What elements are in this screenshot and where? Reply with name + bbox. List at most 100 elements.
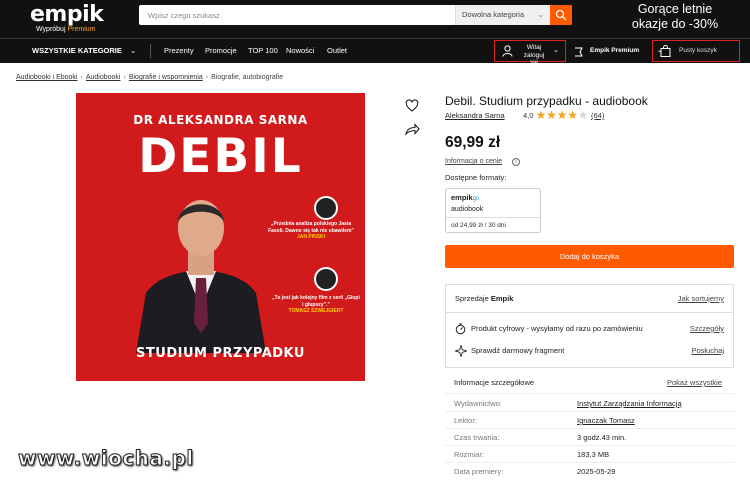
add-to-cart-button[interactable]: Dodaj do koszyka [445,245,734,268]
divider [445,445,734,446]
star-icon [536,110,546,119]
premium-tagline[interactable]: Wypróbuj Premium [36,26,95,33]
product-title: Debil. Studium przypadku - audiobook [445,94,648,108]
detail-value-narrator[interactable]: Ignaczak Tomasz [577,416,635,425]
detail-value-duration: 3 godz.43 min. [577,433,627,442]
promo-banner[interactable]: Gorące letnie okazje do -30% [610,2,740,32]
star-icon [557,110,567,119]
format-type: audiobook [451,206,484,213]
formats-label: Dostępne formaty: [445,173,507,182]
chevron-right-icon: › [80,74,83,81]
empik-go-logo: empikgo [451,193,479,202]
price-info-link[interactable]: Informacja o cenie [445,158,502,165]
promo-line-2: okazje do -30% [631,17,719,31]
seller-name: Empik [490,294,514,303]
cover-subtitle: STUDIUM PRZYPADKU [136,346,305,361]
nav-link-new[interactable]: Nowości [286,39,314,64]
listen-link[interactable]: Posłuchaj [691,346,724,355]
search-category-select[interactable]: Dowolna kategoria ⌄ [455,5,550,25]
quote-2-text: „To jest jak kolejny film z serii „Głupi… [272,295,360,308]
search-input[interactable] [139,5,455,25]
seller-prefix: Sprzedaje [455,294,489,303]
seller-info-box: Sprzedaje Empik Jak sortujemy Produkt cy… [445,284,734,368]
nav-link-gifts[interactable]: Prezenty [164,39,194,64]
rating-value: 4,0 [523,111,534,120]
promo-line-1: Gorące letnie [637,2,713,16]
format-price: od 24,99 zł / 30 dni [451,222,506,229]
empik-premium-menu[interactable]: Empik Premium ⌄ [574,39,662,64]
format-brand: empik [451,193,473,202]
format-card-audiobook[interactable]: empikgo audiobook od 24,99 zł / 30 dni [445,188,541,233]
product-cover-image[interactable]: DR ALEKSANDRA SARNA DEBIL „Przednia anal… [76,93,365,381]
detail-label-publisher: Wydawnictwo: [454,399,502,408]
all-categories-menu[interactable]: WSZYSTKIE KATEGORIE ⌄ [32,39,136,64]
details-link[interactable]: Szczegóły [690,324,724,333]
quote-1-text: „Przednia analiza polskiego Jasia Fasoli… [268,221,354,234]
cover-quote-2: „To jest jak kolejny film z serii „Głupi… [272,295,360,315]
empik-logo[interactable]: empik [30,2,104,27]
login-button[interactable]: Witaj zaloguj się ⌄ [494,40,566,66]
search-category-label: Dowolna kategoria [462,10,525,19]
show-all-details-link[interactable]: Pokaż wszystkie [667,378,722,387]
detail-label-size: Rozmiar: [454,450,485,459]
breadcrumb-link-audiobooks[interactable]: Audiobooki [86,74,121,81]
nav-link-outlet[interactable]: Outlet [327,39,347,64]
quote-2-author: TOMASZ SZWEJGIERT [288,308,344,314]
cart-button[interactable]: Pusty koszyk [652,40,740,62]
chevron-down-icon: ⌄ [553,47,559,54]
chevron-right-icon: › [205,74,209,81]
quote-1-author: JAN PINSKI [296,234,326,240]
breadcrumb-link-biographies[interactable]: Biografie i wspomnienia [129,74,203,81]
star-icon [578,110,588,119]
divider [446,312,733,313]
chevron-down-icon: ⌄ [537,10,544,19]
detail-value-publisher[interactable]: Instytut Zarządzania Informacją [577,399,682,408]
divider [445,462,734,463]
divider [445,411,734,412]
login-label: Witaj zaloguj się [519,44,549,67]
wishlist-button[interactable] [402,95,422,115]
chevron-down-icon: ⌄ [129,46,137,55]
premium-label: Empik Premium [590,47,640,54]
cover-title: DEBIL [138,129,303,184]
reviewer-avatar [314,196,338,220]
tagline-prefix: Wypróbuj [36,26,66,33]
divider [446,217,540,218]
nav-link-promotions[interactable]: Promocje [205,39,237,64]
sparkle-icon [455,345,467,357]
cover-quote-1: „Przednia analiza polskiego Jasia Fasoli… [266,221,356,241]
detail-value-size: 183,3 MB [577,450,610,459]
product-price: 69,99 zł [445,134,501,151]
portrait-figure [136,200,266,353]
search-button[interactable] [550,5,572,25]
cover-author: DR ALEKSANDRA SARNA [133,113,308,127]
tagline-premium: Premium [67,26,96,33]
login-action: zaloguj się [523,51,545,67]
top-bar: empik Wypróbuj Premium Dowolna kategoria… [0,0,750,38]
breadcrumb-link-audiobooks-ebooks[interactable]: Audiobooki i Ebooki [16,74,78,81]
star-icon [568,110,577,119]
product-author-link[interactable]: Aleksandra Sarna [445,111,505,120]
premium-icon [575,47,583,57]
search-bar: Dowolna kategoria ⌄ [139,5,572,25]
rating-stars[interactable] [536,110,588,120]
chevron-right-icon: › [123,74,126,81]
detail-label-duration: Czas trwania: [454,433,500,442]
heart-icon [405,99,419,112]
info-icon[interactable]: i [512,158,520,166]
divider [445,428,734,429]
detail-value-release-date: 2025-05-29 [577,467,616,476]
how-we-sort-link[interactable]: Jak sortujemy [678,294,724,303]
detail-label-release-date: Data premiery: [454,467,504,476]
share-button[interactable] [402,120,422,140]
star-icon [547,110,556,119]
detail-label-narrator: Lektor: [454,416,477,425]
user-icon [502,45,513,57]
free-sample-text: Sprawdź darmowy fragment [471,346,565,355]
login-greeting: Witaj [526,44,542,51]
seller-label: Sprzedaje Empik [455,294,513,303]
breadcrumb-current: Biografie, autobiografie [211,74,284,81]
nav-link-top100[interactable]: TOP 100 [248,39,278,64]
format-brand-suffix: go [472,196,480,202]
rating-count-link[interactable]: (64) [591,111,604,120]
